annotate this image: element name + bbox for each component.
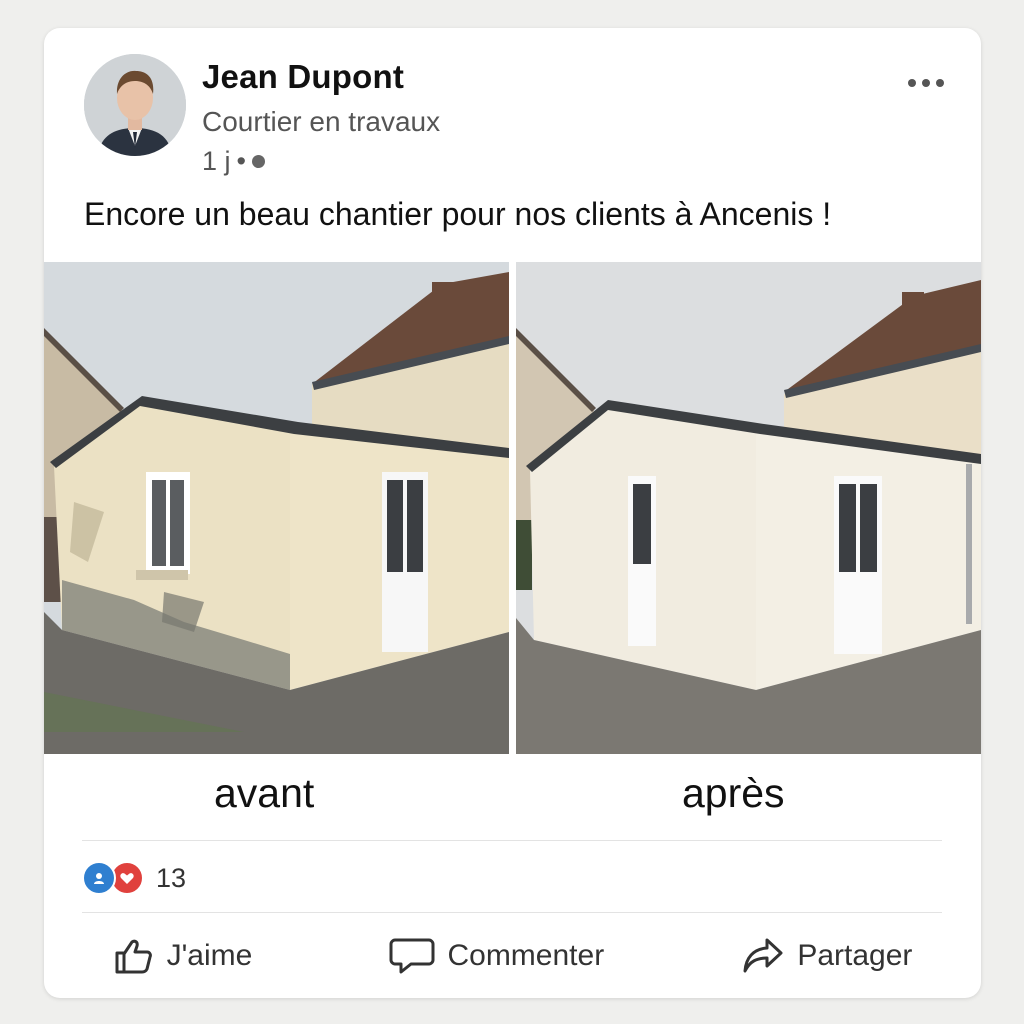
author-title: Courtier en travaux — [202, 106, 441, 137]
more-options-button[interactable] — [902, 73, 950, 93]
like-icon — [82, 861, 116, 895]
divider — [82, 912, 942, 913]
author-name[interactable]: Jean Dupont — [202, 58, 404, 96]
like-button[interactable]: J'aime — [113, 935, 253, 977]
post-actions: J'aime Commenter Partager — [44, 928, 981, 984]
share-button[interactable]: Partager — [741, 936, 912, 976]
comment-icon — [389, 938, 435, 974]
reactions-count: 13 — [156, 862, 187, 893]
more-dot-icon — [908, 79, 916, 87]
more-dot-icon — [936, 79, 944, 87]
before-caption: avant — [214, 770, 315, 816]
before-photo[interactable] — [44, 262, 509, 754]
avatar[interactable] — [84, 54, 186, 156]
comment-label: Commenter — [447, 939, 605, 972]
post-text: Encore un beau chantier pour nos clients… — [84, 196, 832, 232]
divider — [82, 840, 942, 841]
post-meta: 1 j • — [202, 146, 265, 177]
post-time: 1 j — [202, 146, 231, 176]
more-dot-icon — [922, 79, 930, 87]
reactions-summary[interactable]: 13 — [82, 861, 186, 895]
like-label: J'aime — [166, 939, 253, 972]
meta-separator: • — [236, 146, 246, 176]
thumbs-up-icon — [115, 939, 152, 974]
comment-button[interactable]: Commenter — [389, 936, 604, 976]
after-caption: après — [682, 770, 785, 816]
share-icon — [743, 938, 783, 973]
share-label: Partager — [797, 939, 913, 972]
visibility-icon — [251, 155, 265, 168]
after-photo[interactable] — [516, 262, 981, 754]
post-card: Jean Dupont Courtier en travaux 1 j • En… — [44, 28, 981, 998]
